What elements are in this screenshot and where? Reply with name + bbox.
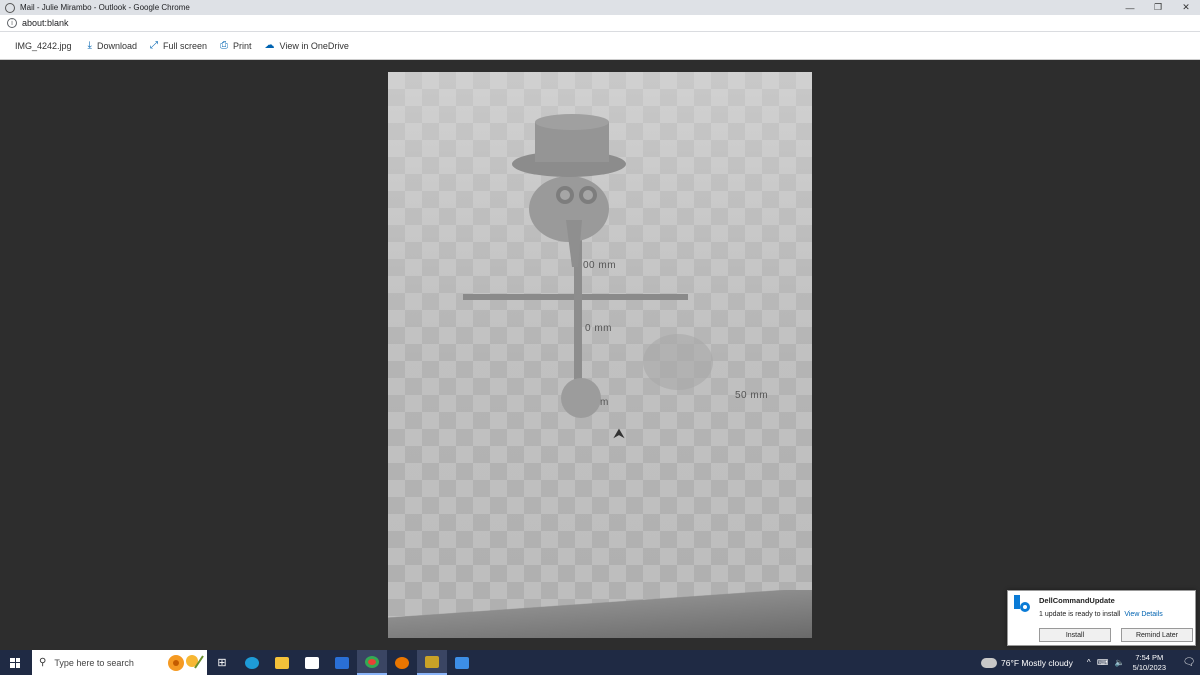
clock-date: 5/10/2023	[1132, 662, 1166, 672]
browser-title-bar: Mail - Julie Mirambo - Outlook - Google …	[0, 0, 1200, 15]
file-explorer-icon[interactable]	[267, 650, 297, 675]
notification-message: 1 update is ready to install View Details	[1039, 611, 1163, 618]
flower-search-highlight-icon	[168, 655, 204, 671]
photo: 00 mm 0 mm m 50 mm ⮝	[388, 72, 812, 638]
start-button[interactable]	[0, 650, 30, 675]
clock-time: 7:54 PM	[1135, 652, 1164, 662]
file-name: IMG_4242.jpg	[15, 40, 72, 51]
restore-button[interactable]: ❐	[1144, 0, 1172, 15]
notification-title: DellCommandUpdate	[1039, 596, 1115, 605]
mail-icon[interactable]	[327, 650, 357, 675]
edge-browser-icon[interactable]	[237, 650, 267, 675]
dell-update-logo-icon	[1014, 595, 1030, 612]
image-viewer: 00 mm 0 mm m 50 mm ⮝	[0, 60, 1200, 650]
taskbar-search[interactable]: ⚲ Type here to search	[32, 650, 207, 675]
search-icon: ⚲	[39, 657, 47, 668]
dimension-label: 00 mm	[583, 260, 617, 271]
taskbar: ⚲ Type here to search ⊞ 76°F Mostly clou…	[0, 650, 1200, 675]
close-button[interactable]: ✕	[1172, 0, 1200, 15]
cloud-icon: ☁	[264, 40, 275, 51]
dimension-label: 0 mm	[585, 323, 612, 334]
url-text[interactable]: about:blank	[22, 18, 69, 28]
mouse-cursor-icon: ⮝	[613, 425, 625, 441]
app-icon[interactable]	[417, 650, 447, 675]
task-view-icon[interactable]: ⊞	[207, 650, 237, 675]
install-button[interactable]: Install	[1039, 628, 1111, 642]
expand-icon: ⤢	[150, 40, 158, 51]
viewer-toolbar: IMG_4242.jpg ⤓ Download ⤢ Full screen ⎙ …	[0, 32, 1200, 60]
notification-center-icon[interactable]: 🗨	[1178, 657, 1200, 668]
dimension-label: m	[600, 397, 609, 408]
window-title: Mail - Julie Mirambo - Outlook - Google …	[20, 3, 190, 12]
view-in-onedrive-button[interactable]: ☁ View in OneDrive	[265, 40, 349, 51]
fullscreen-button[interactable]: ⤢ Full screen	[150, 40, 207, 51]
minimize-button[interactable]: —	[1116, 0, 1144, 15]
dimension-label: 50 mm	[735, 390, 769, 401]
windows-logo-icon	[10, 657, 20, 668]
printer-icon: ⎙	[220, 40, 229, 51]
address-bar[interactable]: i about:blank	[0, 15, 1200, 32]
chrome-icon[interactable]	[357, 650, 387, 675]
download-button[interactable]: ⤓ Download	[88, 40, 137, 51]
window-controls: — ❐ ✕	[1116, 0, 1200, 15]
clock[interactable]: 7:54 PM 5/10/2023	[1133, 653, 1166, 673]
tray-icons[interactable]: ^ ⌨ 🔈	[1087, 658, 1127, 667]
cloudy-weather-icon	[978, 654, 997, 668]
chrome-favicon-icon	[5, 2, 15, 13]
remind-later-button[interactable]: Remind Later	[1121, 628, 1193, 642]
photos-icon[interactable]	[447, 650, 477, 675]
microsoft-store-icon[interactable]	[297, 650, 327, 675]
download-icon: ⤓	[87, 40, 92, 51]
blender-icon[interactable]	[387, 650, 417, 675]
view-details-link[interactable]: View Details	[1124, 611, 1162, 618]
snowman-model-drawing	[463, 114, 713, 418]
system-tray: 76°F Mostly cloudy ^ ⌨ 🔈 7:54 PM 5/10/20…	[978, 650, 1200, 675]
dell-update-notification[interactable]: DellCommandUpdate 1 update is ready to i…	[1007, 590, 1196, 646]
info-icon[interactable]: i	[7, 18, 17, 28]
weather-widget[interactable]: 76°F Mostly cloudy	[978, 654, 1073, 668]
print-button[interactable]: ⎙ Print	[220, 40, 252, 51]
search-placeholder: Type here to search	[54, 657, 134, 668]
